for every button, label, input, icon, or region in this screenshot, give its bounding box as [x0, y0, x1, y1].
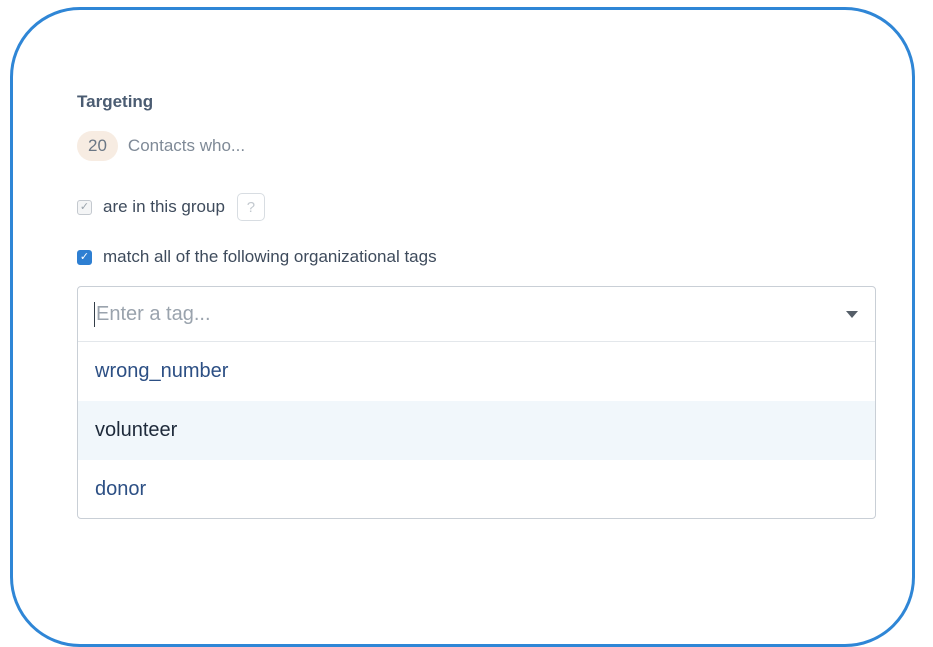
tag-option-volunteer[interactable]: volunteer	[78, 401, 875, 460]
help-icon[interactable]: ?	[236, 193, 265, 221]
text-cursor	[94, 302, 95, 327]
group-option-label: are in this group	[103, 197, 225, 216]
tags-option-label: match all of the following organizationa…	[103, 247, 437, 266]
contact-count-badge: 20	[77, 131, 118, 161]
tag-select-dropdown[interactable]: Enter a tag... wrong_number volunteer do…	[77, 286, 876, 519]
tag-input-placeholder: Enter a tag...	[96, 303, 211, 325]
chevron-down-icon[interactable]	[846, 311, 858, 318]
tags-option-row: ✓ match all of the following organizatio…	[77, 243, 437, 271]
group-option-row: ✓ are in this group ?	[77, 192, 265, 222]
group-checkbox[interactable]: ✓	[77, 199, 92, 215]
contact-count-row: 20 Contacts who...	[77, 130, 245, 162]
section-title-targeting: Targeting	[77, 92, 154, 111]
tag-option-donor[interactable]: donor	[78, 460, 875, 518]
tag-input-field[interactable]: Enter a tag...	[78, 287, 875, 342]
tag-option-wrong-number[interactable]: wrong_number	[78, 342, 875, 401]
tags-checkbox[interactable]: ✓	[77, 249, 92, 265]
contact-count-text: Contacts who...	[127, 136, 246, 155]
